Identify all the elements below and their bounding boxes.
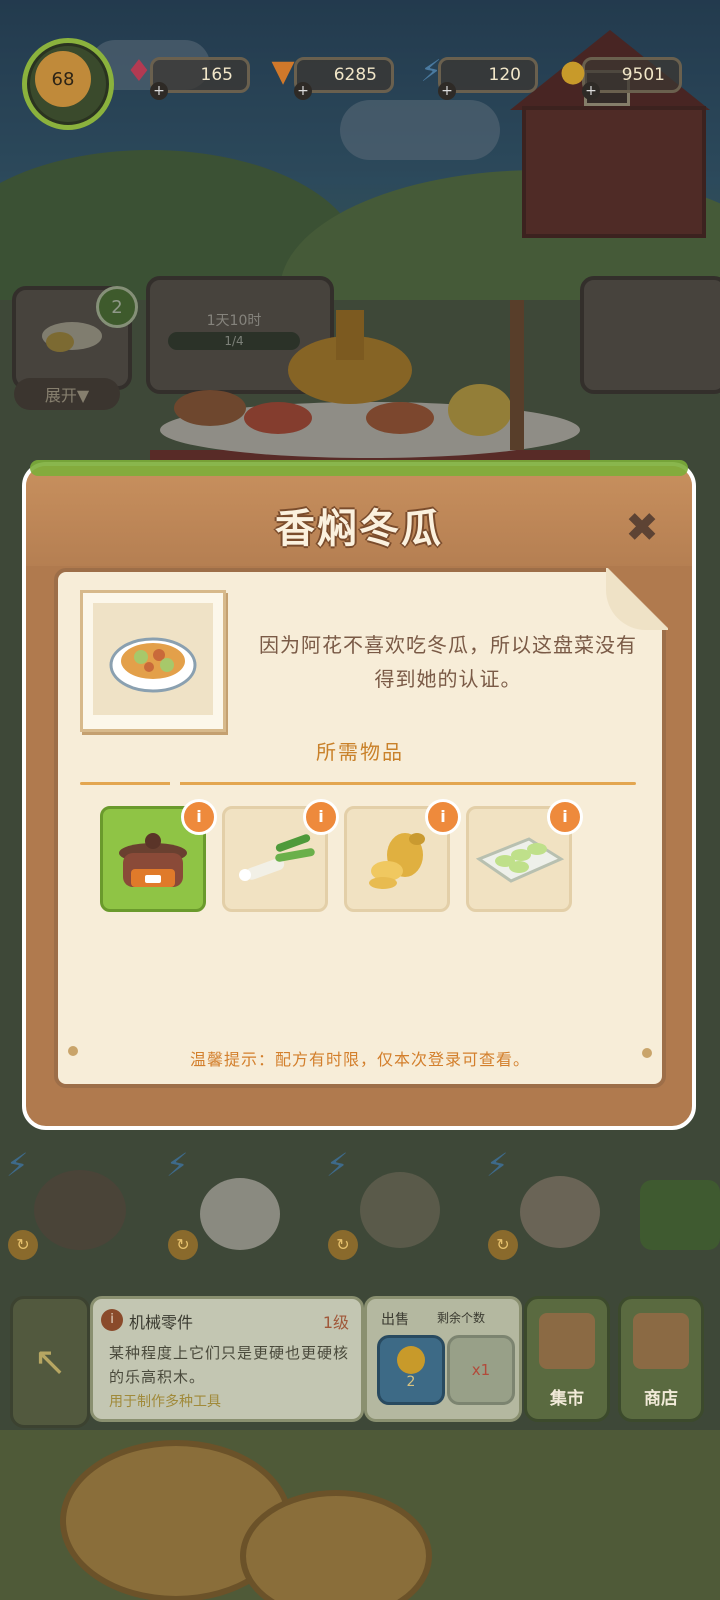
item-description: 某种程度上它们只是更硬也更硬核的乐高积木。 xyxy=(109,1344,350,1386)
required-item-clay-pot[interactable]: i xyxy=(100,799,217,912)
section-divider xyxy=(80,782,636,785)
recipe-dialog: 香焖冬瓜 ✖ 因为阿花不喜欢吃冬瓜，所以这盘菜没有得到她的认证。 所需物品 i … xyxy=(22,460,696,1130)
back-arrow-icon: ↖ xyxy=(33,1339,67,1385)
worker-energy-icon: ⚡ xyxy=(486,1146,509,1184)
item-name: 机械零件 xyxy=(129,1313,194,1332)
required-item-ginger[interactable]: i xyxy=(344,799,461,912)
sell-price: 2 xyxy=(406,1374,416,1390)
info-icon[interactable]: i xyxy=(547,799,583,835)
required-item-wintermelon-tray[interactable]: i xyxy=(466,799,583,912)
hay-bales-area xyxy=(0,1430,720,1600)
dish-icon xyxy=(109,637,197,693)
worker-energy-icon: ⚡ xyxy=(166,1146,189,1184)
add-energy-icon[interactable]: + xyxy=(438,82,456,100)
shop-building-icon xyxy=(633,1313,689,1369)
remaining-count: x1 xyxy=(447,1335,515,1405)
refresh-icon[interactable]: ↻ xyxy=(168,1230,198,1260)
dialog-title: 香焖冬瓜 xyxy=(275,506,443,552)
dish-photo-frame xyxy=(80,590,226,732)
dish-description: 因为阿花不喜欢吃冬瓜，所以这盘菜没有得到她的认证。 xyxy=(259,633,637,691)
grass-trim xyxy=(30,460,688,476)
item-info-panel: i 机械零件 1级 某种程度上它们只是更硬也更硬核的乐高积木。 用于制作多种工具 xyxy=(90,1296,364,1422)
refresh-icon[interactable]: ↻ xyxy=(8,1230,38,1260)
info-icon[interactable]: i xyxy=(181,799,217,835)
refresh-icon[interactable]: ↻ xyxy=(488,1230,518,1260)
refresh-icon[interactable]: ↻ xyxy=(328,1230,358,1260)
sell-panel: 出售 剩余个数 2 x1 xyxy=(364,1296,522,1422)
tip-text: 温馨提示：配方有时限，仅本次登录可查看。 xyxy=(189,1050,530,1069)
worker-energy-icon: ⚡ xyxy=(326,1146,349,1184)
market-stall-icon xyxy=(539,1313,595,1369)
required-items-label: 所需物品 xyxy=(316,740,404,764)
worker-energy-icon: ⚡ xyxy=(6,1146,29,1184)
add-carrots-icon[interactable]: + xyxy=(294,82,312,100)
workers-row xyxy=(0,1140,720,1260)
remaining-label: 剩余个数 xyxy=(437,1311,486,1325)
close-icon[interactable]: ✖ xyxy=(622,508,662,548)
player-level[interactable]: 68 xyxy=(22,38,114,130)
level-number: 68 xyxy=(35,51,91,107)
shop-button[interactable]: 商店 xyxy=(618,1296,704,1422)
item-info-icon: i xyxy=(101,1309,123,1331)
info-icon[interactable]: i xyxy=(425,799,461,835)
coin-icon xyxy=(397,1346,425,1374)
back-button[interactable]: ↖ xyxy=(10,1296,90,1428)
top-hud: 68 165 ♦ + 6285 ▼ + 120 ⚡ + 9501 ● + xyxy=(0,30,720,130)
market-button[interactable]: 集市 xyxy=(524,1296,610,1422)
info-icon[interactable]: i xyxy=(303,799,339,835)
recipe-paper: 因为阿花不喜欢吃冬瓜，所以这盘菜没有得到她的认证。 所需物品 i i i i 温… xyxy=(54,568,668,1088)
sell-label: 出售 xyxy=(381,1312,409,1328)
add-coins-icon[interactable]: + xyxy=(582,82,600,100)
shop-label: 商店 xyxy=(644,1389,678,1409)
item-level: 1级 xyxy=(322,1313,349,1332)
add-gems-icon[interactable]: + xyxy=(150,82,168,100)
required-item-scallion[interactable]: i xyxy=(222,799,339,912)
market-label: 集市 xyxy=(550,1389,584,1409)
sell-button[interactable]: 2 xyxy=(377,1335,445,1405)
page-curl xyxy=(606,568,668,630)
item-use: 用于制作多种工具 xyxy=(109,1394,221,1410)
dish-photo xyxy=(93,603,213,715)
